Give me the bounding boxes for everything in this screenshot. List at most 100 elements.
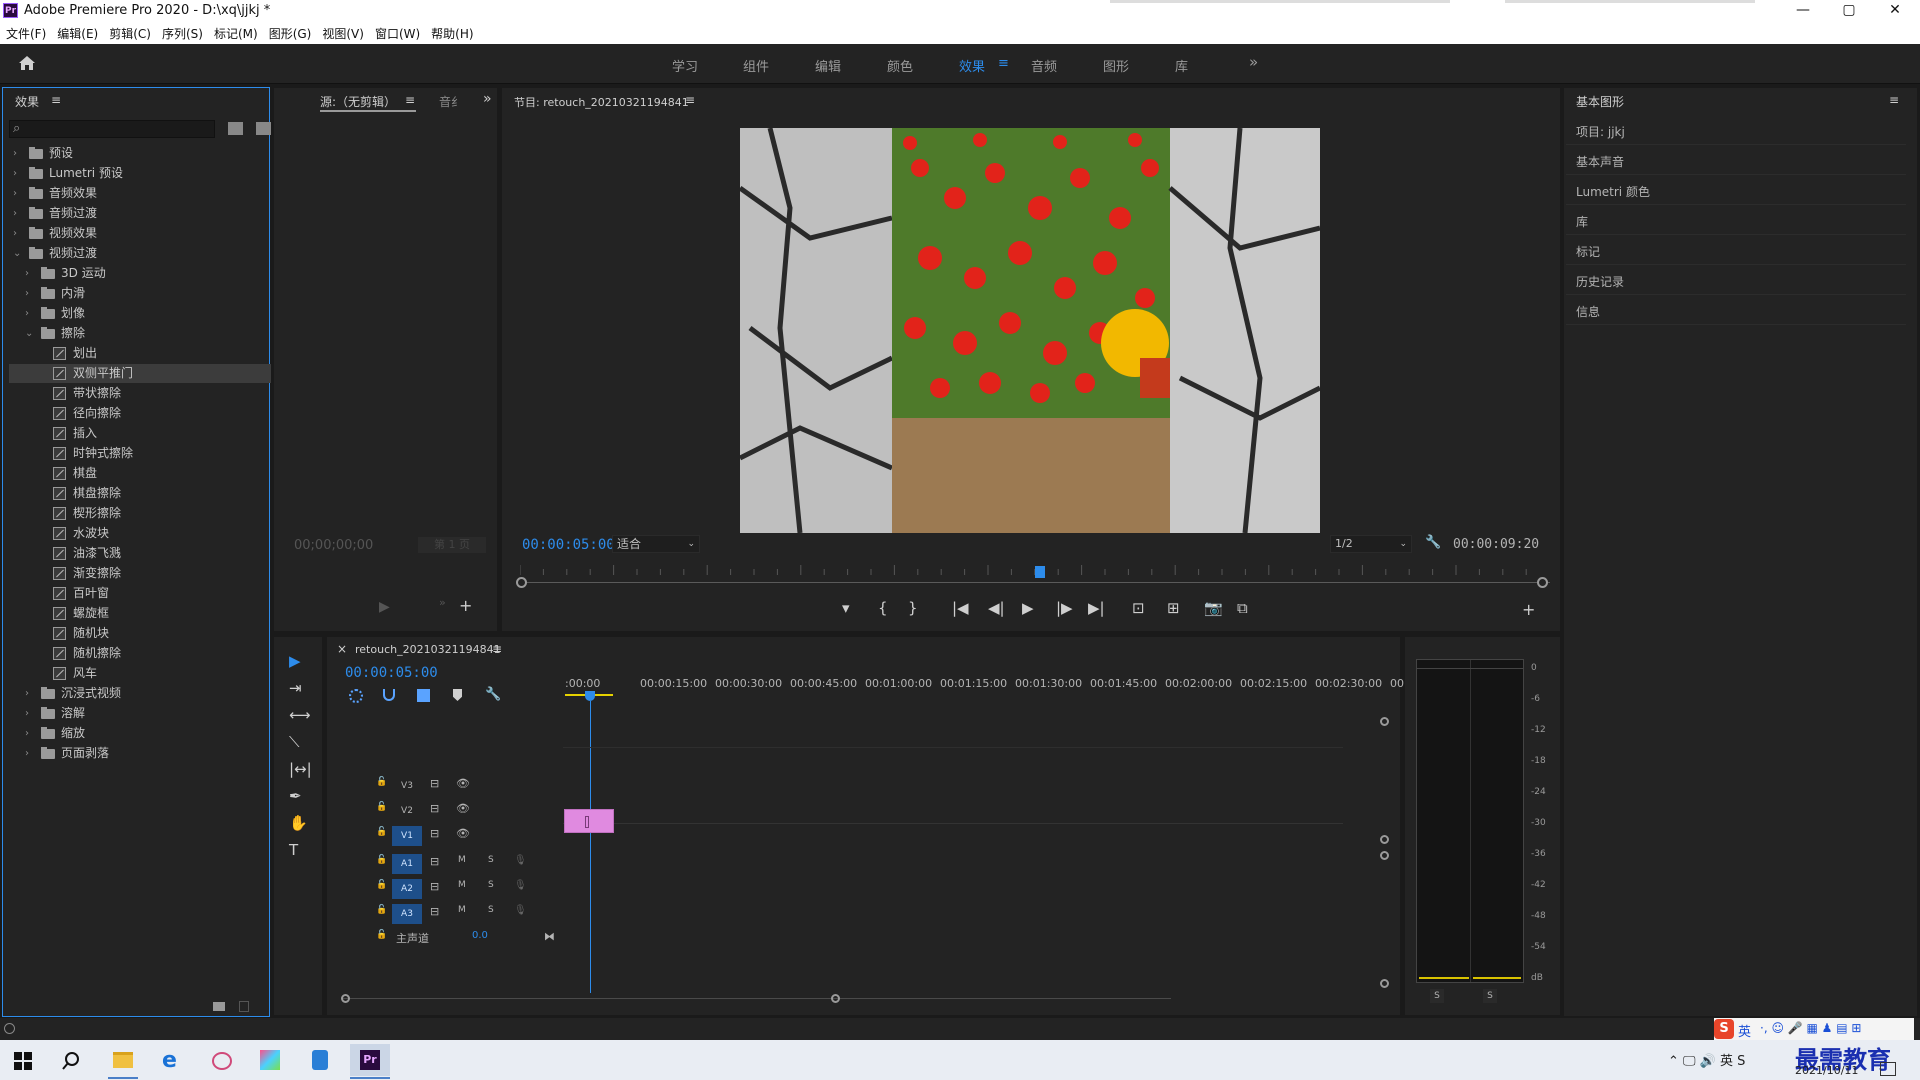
lock-icon[interactable]: 🔓 (376, 905, 387, 915)
program-title[interactable]: 节目: retouch_20210321194841 (514, 94, 689, 110)
workspace-menu-icon[interactable]: ≡ (998, 56, 1009, 71)
meter-solo-right[interactable]: S (1483, 989, 1497, 1003)
effect-item[interactable]: 油漆飞溅 (9, 544, 271, 563)
chevron-right-icon[interactable]: › (13, 184, 23, 203)
sync-lock-icon[interactable]: ⊟ (430, 777, 439, 790)
workspace-learn[interactable]: 学习 (672, 56, 698, 75)
effect-item[interactable]: 楔形擦除 (9, 504, 271, 523)
edge-browser-icon[interactable]: e (152, 1044, 192, 1076)
folder-icon[interactable] (213, 1002, 225, 1011)
program-playhead[interactable] (1035, 566, 1045, 578)
right-panel-item[interactable]: 基本声音 (1566, 145, 1906, 175)
a-scroll-handle-top[interactable] (1380, 851, 1389, 860)
right-panel-menu-icon[interactable]: ≡ (1889, 93, 1899, 107)
v-scroll-handle-top[interactable] (1380, 717, 1389, 726)
compare-view-icon[interactable]: ⧉ (1237, 599, 1248, 617)
timeline-playhead-handle[interactable] (585, 691, 595, 701)
sync-lock-icon[interactable]: ⊟ (430, 905, 439, 918)
mark-out-icon[interactable]: } (908, 599, 918, 617)
sync-lock-icon[interactable]: ⊟ (430, 855, 439, 868)
menu-window[interactable]: 窗口(W) (369, 22, 425, 42)
effects-panel-menu-icon[interactable]: ≡ (51, 93, 61, 107)
pen-tool-icon[interactable]: ✒ (289, 787, 302, 805)
effect-item[interactable]: 棋盘擦除 (9, 484, 271, 503)
effect-item[interactable]: 渐变擦除 (9, 564, 271, 583)
h-scrollbar[interactable] (343, 998, 1171, 999)
effect-item[interactable]: 时钟式擦除 (9, 444, 271, 463)
lock-icon[interactable]: 🔓 (376, 777, 387, 787)
source-more-buttons-icon[interactable]: » (439, 596, 446, 609)
audio-clip-mixer-tab[interactable]: 音纟 (439, 93, 463, 110)
linked-selection-icon[interactable] (417, 689, 430, 702)
workspace-assembly[interactable]: 组件 (743, 56, 769, 75)
ime-toolbar[interactable]: S 英 ·, ☺ 🎤 ▦ ♟ ▤ ⊞ (1714, 1018, 1914, 1040)
effect-item[interactable]: 带状擦除 (9, 384, 271, 403)
effect-folder[interactable]: › 预设 (9, 144, 271, 163)
mark-in-icon[interactable]: { (878, 599, 888, 617)
effect-item[interactable]: 螺旋框 (9, 604, 271, 623)
timeline-close-icon[interactable]: × (337, 642, 347, 656)
workspace-libraries[interactable]: 库 (1175, 56, 1188, 75)
taskbar-search-icon[interactable] (62, 1052, 80, 1070)
premiere-taskbar-icon[interactable]: Pr (350, 1044, 390, 1076)
v-scroll-handle-mid[interactable] (1380, 835, 1389, 844)
scrub-end-handle[interactable] (1537, 577, 1548, 588)
audio-track-name[interactable]: A3 (392, 904, 422, 924)
source-more-icon[interactable]: » (483, 91, 492, 107)
eye-icon[interactable]: 👁 (456, 777, 470, 790)
effect-folder[interactable]: › 划像 (9, 304, 271, 323)
effect-folder[interactable]: › 内滑 (9, 284, 271, 303)
menu-view[interactable]: 视图(V) (316, 22, 369, 42)
right-panel-item[interactable]: 项目: jjkj (1566, 115, 1906, 145)
solo-button[interactable]: S (488, 905, 494, 915)
extract-icon[interactable]: ⊞ (1167, 599, 1180, 617)
export-frame-icon[interactable]: 📷 (1204, 599, 1223, 617)
snipping-tool-icon[interactable] (202, 1044, 242, 1076)
chevron-right-icon[interactable]: › (13, 144, 23, 163)
effect-item[interactable]: 百叶窗 (9, 584, 271, 603)
source-play-icon[interactable]: ▶ (379, 599, 390, 615)
right-panel-item[interactable]: Lumetri 颜色 (1566, 175, 1906, 205)
lock-icon[interactable]: 🔓 (376, 930, 387, 940)
selection-tool-icon[interactable]: ▶ (289, 652, 301, 670)
solo-button[interactable]: S (488, 880, 494, 890)
chevron-down-icon[interactable]: ⌄ (13, 244, 23, 263)
type-tool-icon[interactable]: T (289, 841, 298, 859)
h-scroll-handle-right[interactable] (831, 994, 840, 1003)
chevron-right-icon[interactable]: › (13, 204, 23, 223)
mute-button[interactable]: M (458, 905, 466, 915)
menu-help[interactable]: 帮助(H) (425, 22, 478, 42)
solo-button[interactable]: S (488, 855, 494, 865)
source-tab[interactable]: 源:（无剪辑） (320, 93, 396, 110)
video-track-name[interactable]: V1 (392, 826, 422, 846)
effect-item[interactable]: 风车 (9, 664, 271, 683)
step-back-icon[interactable]: ◀| (988, 599, 1005, 617)
h-scroll-handle-left[interactable] (341, 994, 350, 1003)
effect-folder[interactable]: › 视频效果 (9, 224, 271, 243)
effect-folder[interactable]: › 溶解 (9, 704, 271, 723)
video-track-name[interactable]: V3 (392, 776, 422, 796)
eye-icon[interactable]: 👁 (456, 827, 470, 840)
microphone-icon[interactable]: 🎙 (514, 855, 527, 866)
effect-folder[interactable]: › 沉浸式视频 (9, 684, 271, 703)
maximize-button[interactable]: ▢ (1826, 0, 1872, 22)
right-panel-item[interactable]: 标记 (1566, 235, 1906, 265)
chevron-right-icon[interactable]: › (25, 284, 35, 303)
workspace-graphics[interactable]: 图形 (1103, 56, 1129, 75)
workspace-audio[interactable]: 音频 (1031, 56, 1057, 75)
source-add-button[interactable]: + (459, 596, 472, 615)
timeline-ruler[interactable]: :00:00 00:00:15:00 00:00:30:00 00:00:45:00 0… (565, 677, 1408, 691)
timeline-settings-wrench-icon[interactable]: 🔧 (485, 687, 501, 702)
workspace-effects[interactable]: 效果 (959, 56, 985, 75)
effect-folder[interactable]: ⌄ 擦除 (9, 324, 271, 343)
program-current-timecode[interactable]: 00:00:05:00 (522, 537, 615, 553)
menu-sequence[interactable]: 序列(S) (156, 22, 208, 42)
slip-tool-icon[interactable]: |↔| (289, 760, 312, 778)
effects-search-input[interactable]: ⌕ (9, 120, 215, 138)
scrub-start-handle[interactable] (516, 577, 527, 588)
ime-tools-icons[interactable]: ·, ☺ 🎤 ▦ ♟ ▤ ⊞ (1760, 1021, 1861, 1035)
add-marker-icon[interactable] (453, 689, 462, 701)
chevron-right-icon[interactable]: › (25, 744, 35, 763)
workspace-editing[interactable]: 编辑 (815, 56, 841, 75)
right-panel-item[interactable]: 信息 (1566, 295, 1906, 325)
